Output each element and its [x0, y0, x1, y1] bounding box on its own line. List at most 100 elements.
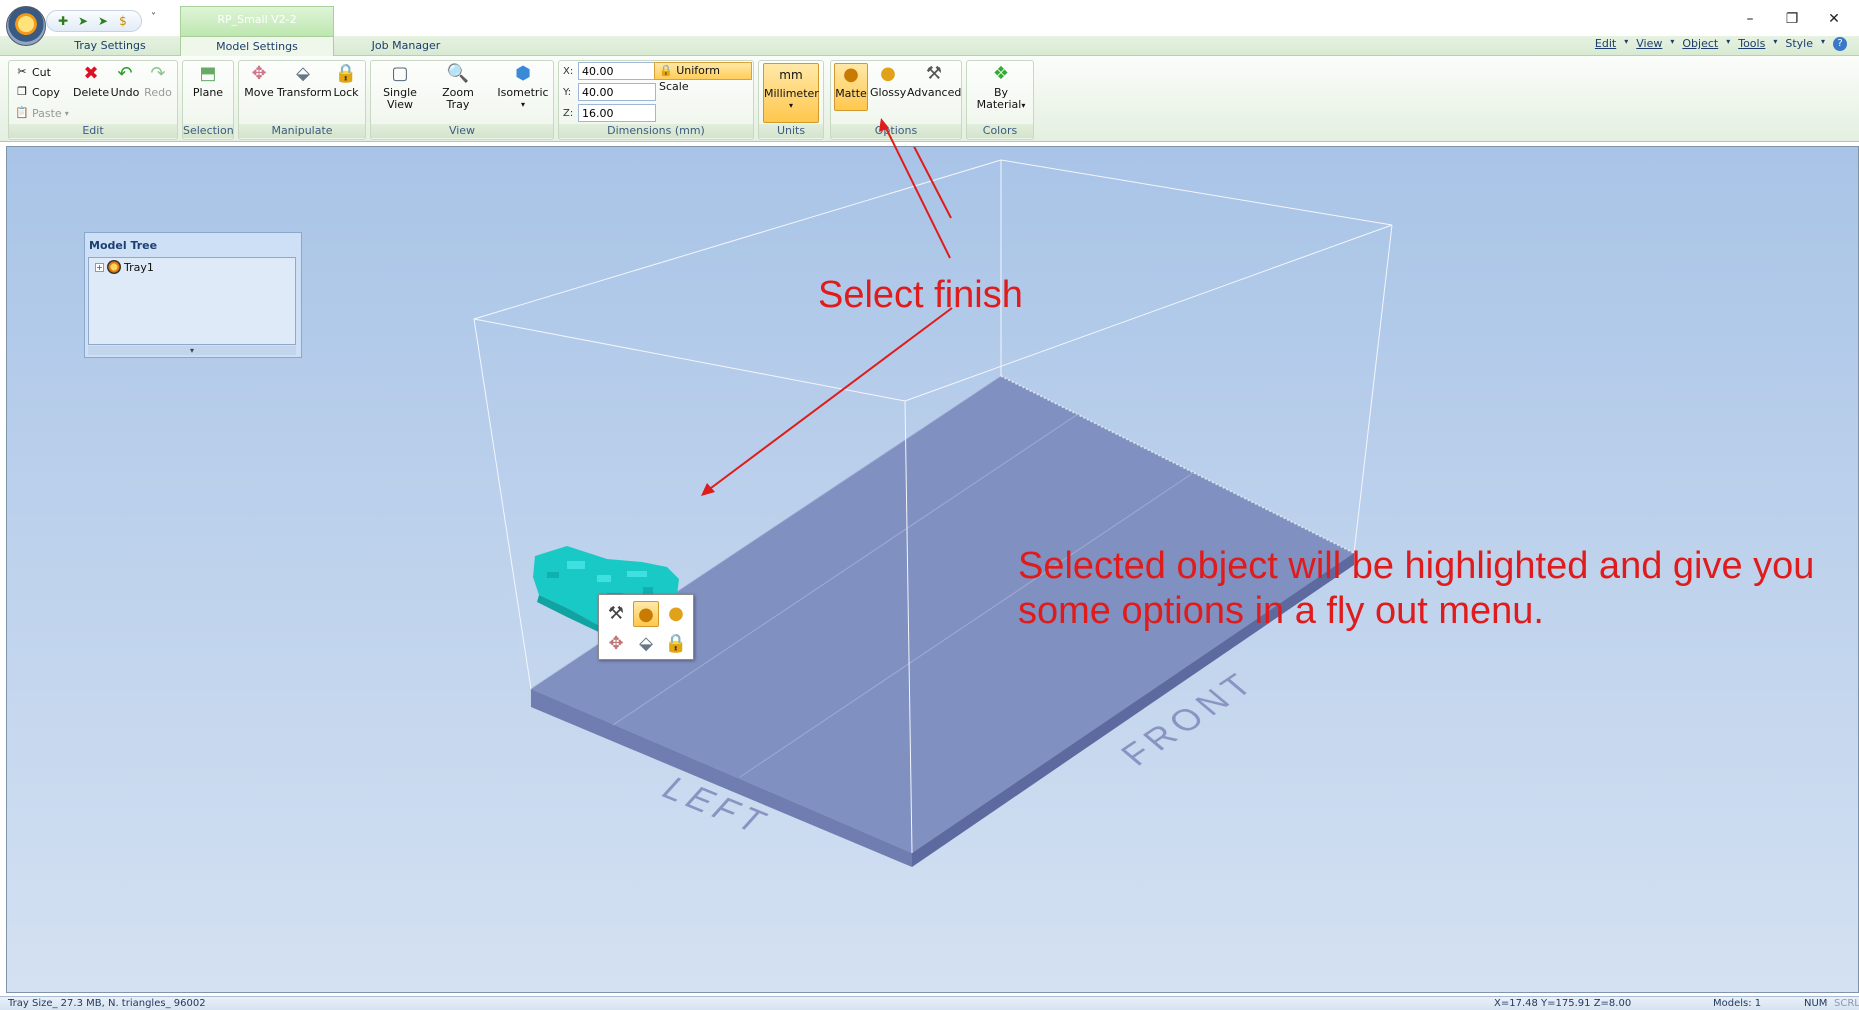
model-tree-panel: Model Tree + Tray1 ▾: [84, 232, 302, 358]
model-tree-list: + Tray1: [88, 257, 296, 345]
color-palette-icon: ❖: [992, 63, 1010, 84]
z-label: Z:: [563, 108, 574, 119]
dimension-x-input[interactable]: [578, 62, 656, 80]
add-model-icon[interactable]: ✚: [55, 13, 71, 29]
manipulate-group-label: Manipulate: [239, 124, 365, 138]
selection-group-label: Selection: [183, 124, 234, 138]
dimension-z-input[interactable]: [578, 104, 656, 122]
glossy-sphere-icon[interactable]: ●: [663, 601, 689, 627]
units-group: mm Millimeter ▾ Units: [758, 60, 824, 140]
cut-button[interactable]: ✂ Cut: [15, 65, 51, 79]
isometric-button[interactable]: ⬢ Isometric ▾: [495, 63, 551, 111]
estimate-icon[interactable]: $: [115, 13, 131, 29]
lock-icon[interactable]: 🔒: [663, 631, 689, 657]
transform-button[interactable]: ⬙ Transform: [277, 63, 332, 99]
model-tree-title: Model Tree: [89, 239, 158, 252]
by-material-button[interactable]: ❖ By Material▾: [971, 63, 1031, 112]
colors-group: ❖ By Material▾ Colors: [966, 60, 1034, 140]
ruler-icon: mm: [779, 68, 803, 82]
model-tree-collapse-handle[interactable]: ▾: [88, 346, 296, 355]
help-icon[interactable]: ?: [1833, 37, 1847, 51]
minimize-button[interactable]: –: [1736, 8, 1764, 30]
menu-tools[interactable]: Tools: [1738, 37, 1765, 51]
coordinates-readout: X=17.48 Y=175.91 Z=8.00: [1494, 998, 1632, 1009]
edit-group: ✂ Cut ❐ Copy 📋 Paste ▾ ✖ Delete ↶ Undo ↷ Redo E…: [8, 60, 178, 140]
scissors-icon: ✂: [17, 65, 27, 78]
copy-icon: ❐: [17, 85, 27, 98]
plane-icon: ⬒: [199, 63, 217, 84]
menu-view[interactable]: View: [1636, 37, 1662, 51]
menu-edit[interactable]: Edit: [1595, 37, 1616, 51]
matte-button[interactable]: ● Matte: [834, 63, 868, 111]
advanced-button[interactable]: ⚒ Advanced: [907, 63, 961, 99]
matte-sphere-icon: ●: [843, 64, 859, 85]
millimeter-button[interactable]: mm Millimeter ▾: [763, 63, 819, 123]
cube-icon: ⬢: [515, 63, 531, 84]
selection-group: ⬒ Plane Selection: [182, 60, 234, 140]
expand-icon[interactable]: +: [95, 262, 104, 272]
paste-button[interactable]: 📋 Paste ▾: [15, 106, 69, 120]
matte-sphere-icon[interactable]: ●: [633, 601, 659, 627]
quick-access-more-button[interactable]: ˅: [151, 12, 156, 23]
right-menu-bar: Edit ▾ View ▾ Object ▾ Tools ▾ Style ▾ ?: [1595, 37, 1847, 51]
application-menu-button[interactable]: [6, 6, 46, 46]
colors-group-label: Colors: [967, 124, 1033, 138]
dimensions-group-label: Dimensions (mm): [559, 124, 753, 138]
restore-button[interactable]: ❐: [1778, 8, 1806, 30]
manipulate-group: ✥ Move ⬙ Transform 🔒 Lock Manipulate: [238, 60, 366, 140]
menu-style[interactable]: Style: [1785, 37, 1813, 51]
undo-icon: ↶: [117, 63, 133, 84]
view-group-label: View: [371, 124, 553, 138]
copy-button[interactable]: ❐ Copy: [15, 85, 60, 99]
zoom-tray-button[interactable]: 🔍 Zoom Tray: [435, 63, 481, 111]
tray-icon: [107, 260, 121, 274]
document-tab[interactable]: RP_Small V2-2: [180, 6, 334, 36]
advanced-tools-icon[interactable]: ⚒: [603, 601, 629, 627]
undo-button[interactable]: ↶ Undo: [109, 63, 141, 99]
view-group: ▢ Single View 🔍 Zoom Tray ⬢ Isometric ▾ View: [370, 60, 554, 140]
delete-button[interactable]: ✖ Delete: [73, 63, 109, 99]
num-lock-indicator: NUM: [1804, 998, 1828, 1009]
redo-button[interactable]: ↷ Redo: [142, 63, 174, 99]
delete-icon: ✖: [83, 63, 99, 84]
lock-small-icon: 🔒: [659, 64, 673, 77]
tab-job-manager[interactable]: Job Manager: [356, 36, 456, 57]
quick-access-toolbar: ✚ ➤ ➤ $: [46, 10, 142, 32]
transform-icon[interactable]: ⬙: [633, 631, 659, 657]
menu-object[interactable]: Object: [1682, 37, 1718, 51]
tab-tray-settings[interactable]: Tray Settings: [58, 36, 162, 57]
tree-item-label: Tray1: [124, 260, 154, 274]
y-label: Y:: [563, 87, 572, 98]
lock-icon: 🔒: [334, 63, 358, 84]
paste-icon: 📋: [15, 106, 29, 119]
models-count: Models: 1: [1713, 998, 1762, 1009]
single-view-button[interactable]: ▢ Single View: [377, 63, 423, 111]
close-button[interactable]: ✕: [1820, 8, 1848, 30]
glossy-sphere-icon: ●: [880, 63, 896, 84]
move-icon: ✥: [251, 63, 267, 84]
tools-icon: ⚒: [925, 63, 943, 84]
annotation-select-finish: Select finish: [818, 274, 1023, 316]
uniform-scale-toggle[interactable]: 🔒 Uniform Scale: [654, 62, 752, 93]
flyout-menu: ⚒ ● ● ✥ ⬙ 🔒: [598, 594, 694, 660]
edit-group-label: Edit: [9, 124, 177, 138]
annotation-selected-object: Selected object will be highlighted and …: [1018, 545, 1815, 632]
transform-icon: ⬙: [296, 63, 310, 84]
single-view-icon: ▢: [391, 63, 409, 84]
tab-model-settings[interactable]: Model Settings: [180, 36, 334, 57]
status-bar: Tray Size_ 27.3 MB, N. triangles_ 96002 …: [0, 996, 1859, 1010]
build-icon[interactable]: ➤: [95, 13, 111, 29]
scroll-lock-indicator: SCRL: [1834, 998, 1859, 1009]
move-button[interactable]: ✥ Move: [241, 63, 277, 99]
tree-item-tray1[interactable]: + Tray1: [95, 260, 154, 274]
lock-button[interactable]: 🔒 Lock: [329, 63, 363, 99]
glossy-button[interactable]: ● Glossy: [870, 63, 906, 99]
x-label: X:: [563, 66, 574, 77]
open-icon[interactable]: ➤: [75, 13, 91, 29]
dimension-y-input[interactable]: [578, 83, 656, 101]
redo-icon: ↷: [150, 63, 166, 84]
plane-button[interactable]: ⬒ Plane: [185, 63, 231, 99]
move-icon[interactable]: ✥: [603, 631, 629, 657]
units-group-label: Units: [759, 124, 823, 138]
magnifier-icon: 🔍: [446, 63, 470, 84]
